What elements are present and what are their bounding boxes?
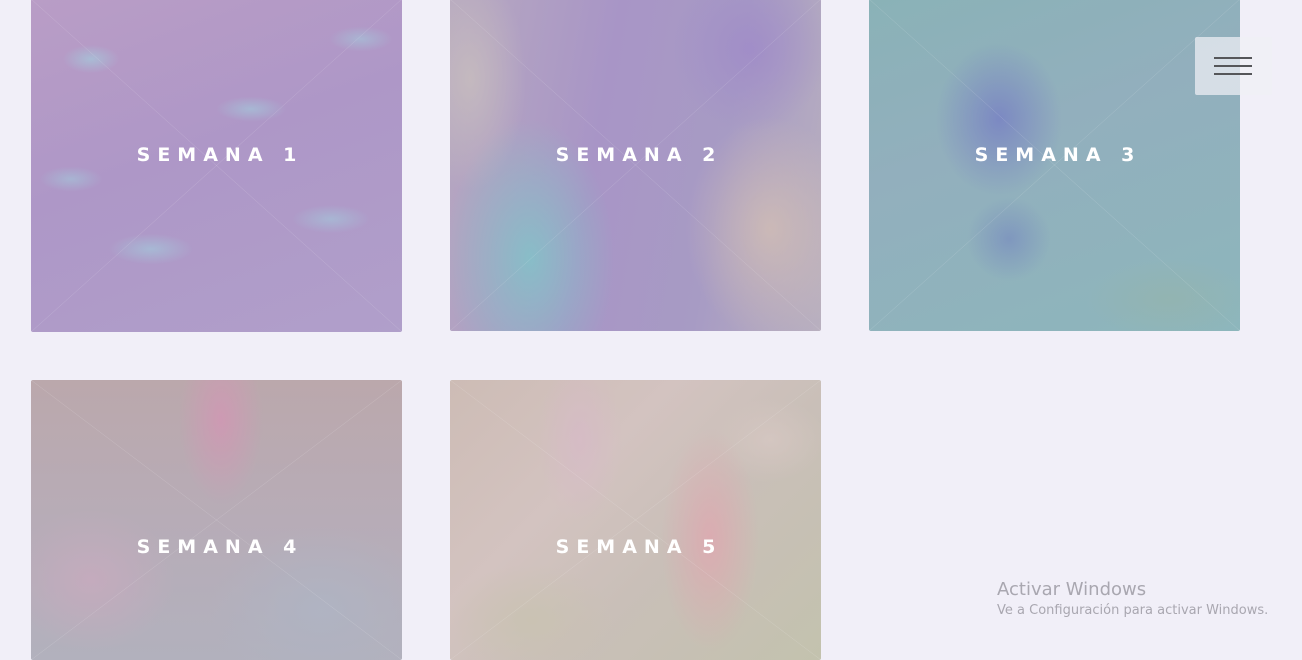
week-card-3[interactable]: SEMANA 3	[869, 0, 1240, 331]
week-card-5[interactable]: SEMANA 5	[450, 380, 821, 660]
week-card-label: SEMANA 1	[136, 144, 304, 166]
windows-activation-watermark: Activar Windows Ve a Configuración para …	[997, 579, 1268, 621]
card-diagonal-lines	[31, 0, 402, 332]
week-card-label: SEMANA 4	[136, 536, 304, 558]
weeks-grid: SEMANA 1 SEMANA 2 SEMANA 3 SEMANA 4 SEMA…	[0, 0, 1302, 660]
week-card-2[interactable]: SEMANA 2	[450, 0, 821, 331]
card-diagonal-lines	[31, 380, 402, 660]
hamburger-menu-icon	[1214, 57, 1252, 59]
week-card-label: SEMANA 2	[555, 144, 723, 166]
card-diagonal-lines	[450, 380, 821, 660]
hamburger-menu-icon	[1214, 65, 1252, 67]
hamburger-menu-icon	[1214, 73, 1252, 75]
week-card-1[interactable]: SEMANA 1	[31, 0, 402, 332]
week-card-4[interactable]: SEMANA 4	[31, 380, 402, 660]
week-card-label: SEMANA 3	[974, 144, 1142, 166]
hamburger-menu-button[interactable]	[1195, 37, 1272, 95]
week-card-label: SEMANA 5	[555, 536, 723, 558]
watermark-title: Activar Windows	[997, 579, 1147, 600]
watermark-subtitle: Ve a Configuración para activar Windows.	[997, 603, 1269, 618]
